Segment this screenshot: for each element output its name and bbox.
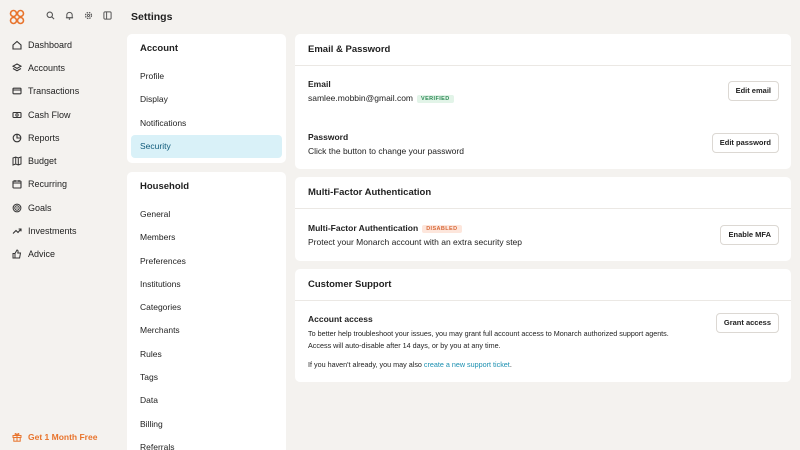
menu-item-tags[interactable]: Tags [131,366,282,389]
nav-item-advice[interactable]: Advice [0,243,120,266]
account-menu-heading: Account [140,43,178,54]
email-value: samlee.mobbin@gmail.com [308,93,414,103]
password-label: Password [308,132,349,142]
credit-card-icon [12,87,22,95]
gift-icon [12,433,22,442]
ticket-suffix: . [509,360,512,369]
password-description: Click the button to change your password [308,146,464,156]
home-icon [12,40,22,50]
nav-label: Advice [28,249,56,260]
nav-label: Goals [28,202,52,213]
nav-item-reports[interactable]: Reports [0,126,120,149]
nav-label: Cash Flow [28,109,71,120]
nav-item-transactions[interactable]: Transactions [0,80,120,103]
menu-item-institutions[interactable]: Institutions [131,273,282,296]
target-icon [12,203,22,213]
sidebar: Dashboard Accounts Transactions Cash Flo… [0,0,120,450]
layers-icon [12,63,22,72]
menu-item-data[interactable]: Data [131,389,282,412]
nav-label: Budget [28,156,57,167]
enable-mfa-button[interactable]: Enable MFA [720,225,779,245]
nav-label: Reports [28,132,60,143]
menu-item-merchants[interactable]: Merchants [131,319,282,342]
promo-label: Get 1 Month Free [28,432,98,442]
bell-icon[interactable] [65,11,74,20]
monarch-logo[interactable] [9,9,25,25]
menu-item-categories[interactable]: Categories [131,296,282,319]
gear-icon[interactable] [84,11,93,20]
support-card: Customer Support Account access To bette… [295,269,791,382]
email-label: Email [308,79,331,89]
pie-chart-icon [12,133,22,143]
account-access-description: To better help troubleshoot your issues,… [308,329,669,350]
edit-email-button[interactable]: Edit email [727,81,779,101]
trending-up-icon [12,228,22,234]
menu-item-referrals[interactable]: Referrals [131,436,282,450]
nav-item-budget[interactable]: Budget [0,149,120,172]
nav-label: Dashboard [28,39,73,50]
menu-item-rules[interactable]: Rules [131,343,282,366]
nav-label: Transactions [28,86,80,97]
menu-item-billing[interactable]: Billing [131,413,282,436]
promo-link[interactable]: Get 1 Month Free [12,432,97,442]
household-menu-heading: Household [140,181,190,192]
ticket-prefix: If you haven't already, you may also [308,360,424,369]
menu-item-general[interactable]: General [131,203,282,226]
nav-label: Investments [28,226,77,237]
edit-password-button[interactable]: Edit password [711,133,779,153]
nav-item-recurring[interactable]: Recurring [0,173,120,196]
email-password-heading: Email & Password [295,34,791,66]
mfa-heading: Multi-Factor Authentication [295,177,791,209]
menu-item-members[interactable]: Members [131,226,282,249]
nav-label: Recurring [28,179,68,190]
menu-item-profile[interactable]: Profile [131,65,282,88]
cash-icon [12,111,22,118]
mfa-description: Protect your Monarch account with an ext… [308,237,523,247]
calendar-icon [12,180,22,189]
support-heading: Customer Support [295,269,791,301]
mfa-label: Multi-Factor Authentication [308,223,419,233]
nav-item-dashboard[interactable]: Dashboard [0,33,120,56]
page-title: Settings [131,11,173,23]
search-icon[interactable] [46,11,55,20]
account-menu: Account Profile Display Notifications Se… [127,34,286,163]
menu-item-security[interactable]: Security [131,134,282,159]
main-nav: Dashboard Accounts Transactions Cash Flo… [0,33,120,266]
menu-item-notifications[interactable]: Notifications [131,112,282,135]
support-ticket-text: If you haven't already, you may also cre… [308,359,688,371]
thumbs-up-icon [12,249,22,259]
account-access-label: Account access [308,314,373,324]
grant-access-button[interactable]: Grant access [715,313,779,333]
map-icon [12,156,22,166]
sidebar-toggle-icon[interactable] [103,11,112,20]
email-password-card: Email & Password Email samlee.mobbin@gma… [295,34,791,169]
menu-item-display[interactable]: Display [131,88,282,111]
verified-badge: VERIFIED [417,94,454,103]
nav-item-cash-flow[interactable]: Cash Flow [0,103,120,126]
household-menu: Household General Members Preferences In… [127,172,286,450]
create-ticket-link[interactable]: create a new support ticket [424,360,510,369]
menu-item-preferences[interactable]: Preferences [131,250,282,273]
nav-item-goals[interactable]: Goals [0,196,120,219]
nav-label: Accounts [28,62,66,73]
mfa-card: Multi-Factor Authentication Multi-Factor… [295,177,791,261]
disabled-badge: DISABLED [422,224,462,233]
nav-item-investments[interactable]: Investments [0,219,120,242]
nav-item-accounts[interactable]: Accounts [0,56,120,79]
